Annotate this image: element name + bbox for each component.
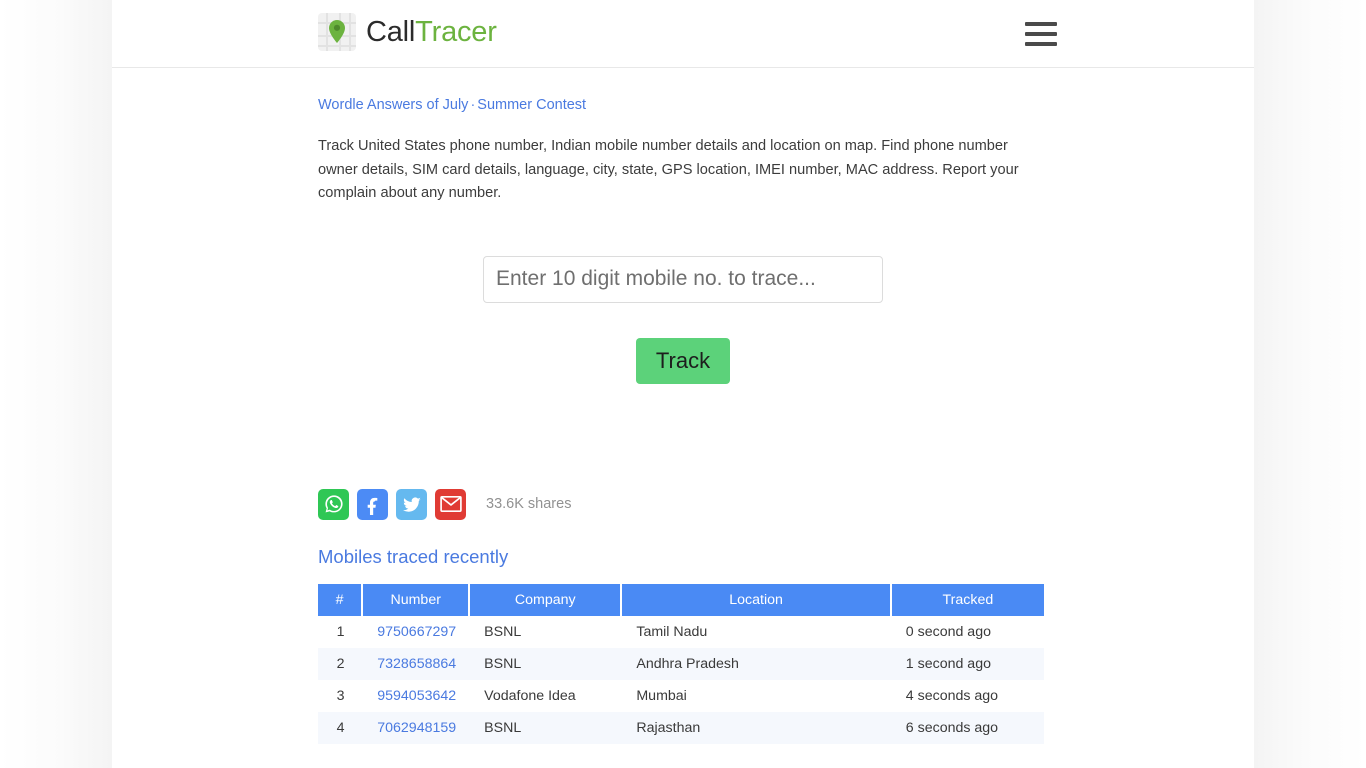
brand-name: CallTracer [366, 15, 497, 48]
cell-number[interactable]: 9750667297 [363, 616, 470, 648]
cell-number[interactable]: 9594053642 [363, 680, 470, 712]
whatsapp-icon[interactable] [318, 488, 349, 520]
column-header-company[interactable]: Company [470, 583, 623, 616]
table-body: 1 9750667297 BSNL Tamil Nadu 0 second ag… [318, 615, 1044, 744]
column-header-index[interactable]: # [318, 583, 364, 616]
cell-index: 3 [336, 687, 345, 704]
hamburger-menu-icon[interactable] [1025, 22, 1057, 46]
cell-number[interactable]: 7062948159 [363, 712, 470, 744]
page-gutter-left [0, 0, 112, 768]
recent-section-title: Mobiles traced recently [318, 545, 509, 567]
intro-paragraph: Track United States phone number, Indian… [318, 138, 1019, 201]
link-summer-contest[interactable]: Summer Contest [477, 97, 586, 113]
table-row: 1 9750667297 BSNL Tamil Nadu 0 second ag… [318, 615, 1044, 648]
share-row: 33.6K shares [318, 488, 1048, 520]
cell-tracked: 4 seconds ago [905, 687, 999, 704]
cell-location: Mumbai [636, 687, 687, 704]
link-wordle-answers[interactable]: Wordle Answers of July [318, 97, 468, 113]
hamburger-bar [1025, 32, 1057, 36]
cell-company: Vodafone Idea [484, 687, 576, 704]
hamburger-bar [1025, 42, 1057, 46]
track-button[interactable]: Track [635, 337, 731, 384]
page-root: CallTracer Wordle Answers of July · Summer… [0, 0, 1366, 768]
cell-tracked: 6 seconds ago [905, 719, 999, 736]
cell-tracked: 1 second ago [905, 655, 991, 672]
mobile-number-input[interactable] [483, 255, 883, 303]
brand-name-primary: Call [366, 15, 416, 48]
column-header-tracked[interactable]: Tracked [891, 583, 1044, 616]
site-container: CallTracer Wordle Answers of July · Summer… [112, 0, 1254, 768]
cell-tracked: 0 second ago [905, 623, 991, 640]
cell-index: 1 [336, 623, 345, 640]
table-row: 4 7062948159 BSNL Rajasthan 6 seconds ag… [318, 711, 1044, 744]
links-separator: · [470, 97, 476, 113]
number-link[interactable]: 7328658864 [377, 656, 456, 672]
column-header-location[interactable]: Location [622, 583, 892, 616]
top-promo-links: Wordle Answers of July · Summer Contest [318, 95, 1048, 115]
facebook-icon[interactable] [357, 488, 388, 520]
hamburger-bar [1025, 22, 1057, 26]
twitter-icon[interactable] [396, 488, 427, 520]
cell-company: BSNL [484, 655, 522, 672]
cell-number[interactable]: 7328658864 [363, 648, 470, 680]
cell-index: 2 [336, 655, 345, 672]
number-link[interactable]: 7062948159 [377, 720, 456, 736]
cell-index: 4 [336, 719, 345, 736]
table-header-row: # Number Company Location Tracked [318, 583, 1044, 616]
map-pin-icon [318, 13, 356, 51]
site-header: CallTracer [112, 0, 1254, 68]
table-row: 2 7328658864 BSNL Andhra Pradesh 1 secon… [318, 647, 1044, 680]
cell-company: BSNL [484, 719, 522, 736]
brand-logo-link[interactable]: CallTracer [318, 13, 497, 51]
cell-location: Tamil Nadu [636, 623, 708, 640]
brand-name-secondary: Tracer [415, 15, 497, 48]
share-count-label: 33.6K shares [486, 496, 572, 513]
number-link[interactable]: 9750667297 [377, 624, 456, 640]
trace-search-area: Track [318, 255, 1048, 384]
main-content: Wordle Answers of July · Summer Contest Tr… [318, 68, 1048, 744]
number-link[interactable]: 9594053642 [377, 688, 456, 704]
page-gutter-right [1254, 0, 1366, 768]
cell-location: Andhra Pradesh [636, 655, 739, 672]
email-icon[interactable] [435, 488, 466, 520]
recently-traced-table: # Number Company Location Tracked 1 9750… [318, 583, 1044, 744]
cell-company: BSNL [484, 623, 522, 640]
table-head: # Number Company Location Tracked [318, 583, 1044, 616]
table-row: 3 9594053642 Vodafone Idea Mumbai 4 seco… [318, 679, 1044, 712]
column-header-number[interactable]: Number [363, 583, 471, 616]
cell-location: Rajasthan [636, 719, 701, 736]
